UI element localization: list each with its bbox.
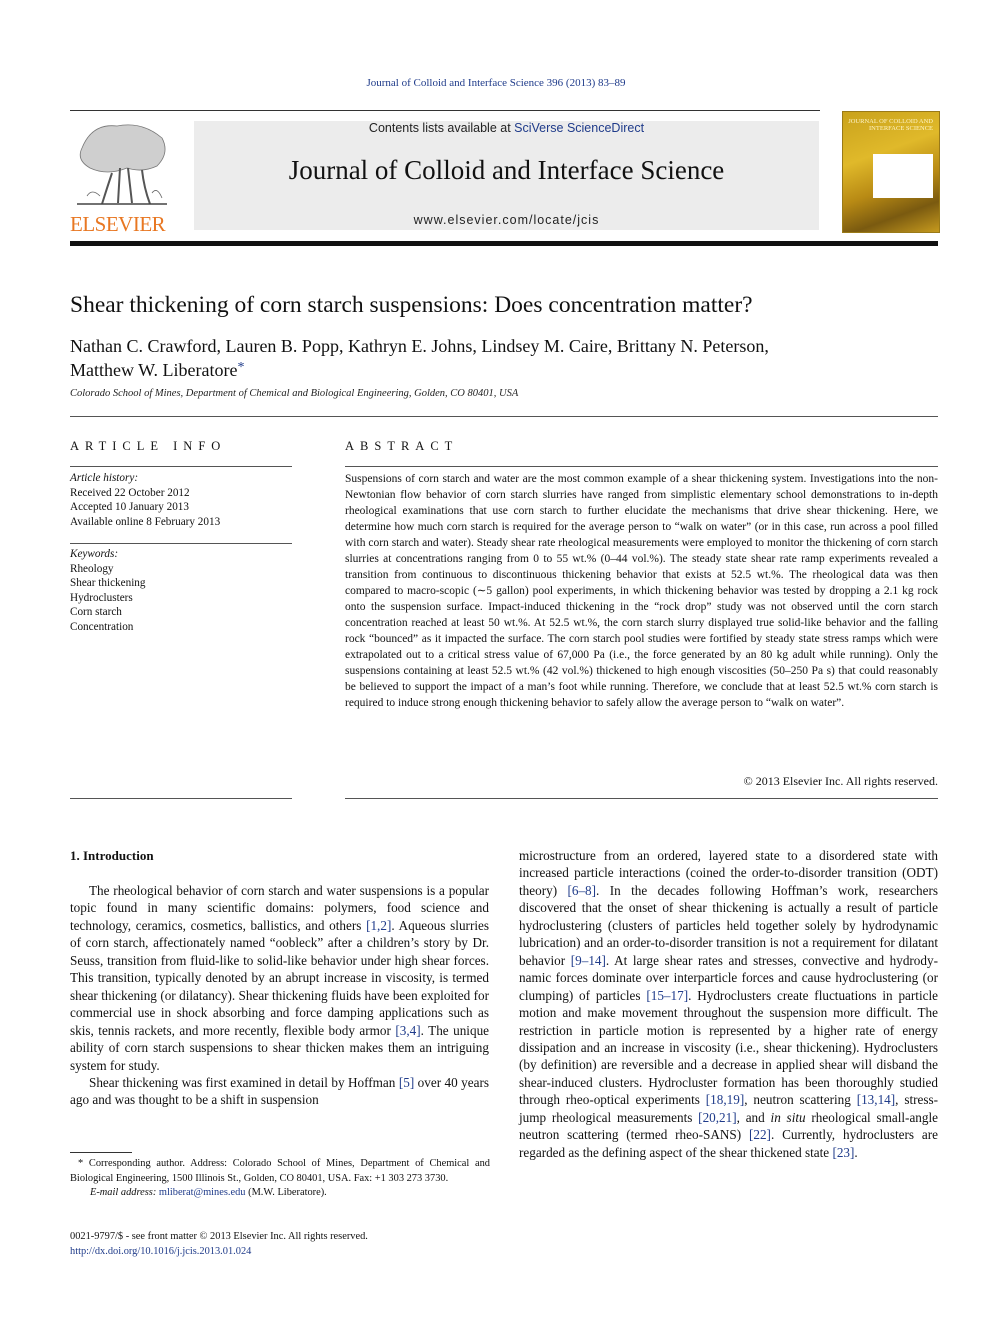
keywords: Keywords: Rheology Shear thickening Hydr…: [70, 547, 292, 634]
history-received: Received 22 October 2012: [70, 486, 190, 499]
cover-title: JOURNAL OF COLLOID AND INTERFACE SCIENCE: [848, 118, 933, 132]
corresponding-author-mark[interactable]: *: [237, 360, 244, 375]
text-run: . Aqueous slurries of corn starch, affec…: [70, 917, 489, 1038]
journal-url[interactable]: www.elsevier.com/locate/jcis: [194, 213, 819, 227]
keyword: Shear thickening: [70, 577, 146, 589]
author-list: Nathan C. Crawford, Lauren B. Popp, Kath…: [70, 335, 870, 381]
citation-link[interactable]: [20,21]: [698, 1110, 736, 1125]
keyword: Hydroclusters: [70, 591, 133, 604]
email-label: E-mail address:: [90, 1187, 157, 1198]
citation-link[interactable]: [3,4]: [395, 1023, 420, 1038]
article-info-heading: ARTICLE INFO: [70, 439, 227, 453]
contents-availability: Contents lists available at SciVerse Sci…: [194, 121, 819, 135]
elsevier-tree-icon: [77, 124, 167, 205]
abstract-copyright: © 2013 Elsevier Inc. All rights reserved…: [743, 774, 938, 788]
sciencedirect-link[interactable]: SciVerse ScienceDirect: [514, 121, 644, 135]
abstract-rule: [345, 466, 938, 467]
authors-line-2: Matthew W. Liberatore: [70, 360, 238, 380]
intro-paragraph-2-start: Shear thickening was first examined in d…: [70, 1074, 489, 1109]
keyword: Rheology: [70, 562, 114, 575]
email-owner: (M.W. Liberatore).: [245, 1187, 327, 1198]
journal-cover-image[interactable]: JOURNAL OF COLLOID AND INTERFACE SCIENCE: [842, 111, 940, 233]
citation-link[interactable]: [6–8]: [567, 883, 596, 898]
keywords-label: Keywords:: [70, 548, 119, 560]
journal-banner: Contents lists available at SciVerse Sci…: [194, 121, 819, 230]
abstract-text: Suspensions of corn starch and water are…: [345, 473, 938, 709]
journal-title: Journal of Colloid and Interface Science: [288, 155, 725, 185]
title-divider: [70, 416, 938, 417]
intro-paragraph-1: The rheological behavior of corn starch …: [70, 882, 489, 1074]
introduction-heading: 1. Introduction: [70, 848, 154, 863]
body-column-right: microstructure from an ordered, layered …: [519, 847, 938, 1161]
citation-link[interactable]: [1,2]: [366, 918, 391, 933]
header-thick-rule: [70, 241, 938, 246]
abstract-bottom-rule: [345, 798, 938, 799]
citation-link[interactable]: [15–17]: [646, 988, 688, 1003]
keyword: Corn starch: [70, 606, 122, 618]
issn-copyright: 0021-9797/$ - see front matter © 2013 El…: [70, 1231, 368, 1242]
contents-prefix: Contents lists available at: [368, 121, 515, 135]
front-matter: 0021-9797/$ - see front matter © 2013 El…: [70, 1230, 368, 1259]
history-online: Available online 8 February 2013: [70, 515, 221, 528]
footnote-rule: [70, 1152, 132, 1153]
text-run: . Hydroclusters create fluctuations in p…: [519, 987, 938, 1108]
keywords-rule: [70, 543, 292, 544]
header-rule: [70, 110, 820, 111]
citation-link[interactable]: [18,19]: [706, 1092, 744, 1107]
text-run: , neutron scattering: [744, 1092, 857, 1108]
elsevier-logo: ELSEVIER: [70, 118, 174, 236]
text-run: , and: [736, 1109, 771, 1125]
citation-link[interactable]: [5]: [399, 1075, 414, 1090]
affiliation: Colorado School of Mines, Department of …: [70, 388, 519, 399]
article-history: Article history: Received 22 October 201…: [70, 471, 292, 529]
keyword: Concentration: [70, 620, 134, 633]
citation-link[interactable]: [9–14]: [571, 953, 606, 968]
authors-line-1: Nathan C. Crawford, Lauren B. Popp, Kath…: [70, 336, 769, 356]
history-label: Article history:: [70, 472, 139, 484]
text-run: .: [854, 1144, 858, 1160]
text-run-italic: in situ: [770, 1109, 806, 1125]
citation-link[interactable]: [22]: [749, 1127, 771, 1142]
history-accepted: Accepted 10 January 2013: [70, 501, 189, 513]
email-link[interactable]: mliberat@mines.edu: [159, 1187, 246, 1198]
corresponding-author-footnote: * Corresponding author. Address: Colorad…: [70, 1157, 490, 1201]
cover-plot-thumbnail: [873, 154, 933, 198]
body-column-left: The rheological behavior of corn starch …: [70, 882, 489, 1109]
article-info-bottom-rule: [70, 798, 292, 799]
email-line: E-mail address: mliberat@mines.edu (M.W.…: [70, 1186, 490, 1201]
text-run: Shear thickening was first examined in d…: [89, 1074, 399, 1090]
doi-link[interactable]: http://dx.doi.org/10.1016/j.jcis.2013.01…: [70, 1245, 368, 1260]
article-info-rule: [70, 466, 292, 467]
intro-paragraph-2-continued: microstructure from an ordered, layered …: [519, 847, 938, 1161]
elsevier-wordmark: ELSEVIER: [70, 212, 166, 236]
citation-link[interactable]: [13,14]: [857, 1092, 895, 1107]
paper-title: Shear thickening of corn starch suspensi…: [70, 292, 753, 318]
citation-link[interactable]: [23]: [832, 1145, 854, 1160]
corresponding-author-note: * Corresponding author. Address: Colorad…: [70, 1158, 490, 1184]
abstract-heading: ABSTRACT: [345, 439, 459, 453]
journal-reference[interactable]: Journal of Colloid and Interface Science…: [0, 77, 992, 89]
